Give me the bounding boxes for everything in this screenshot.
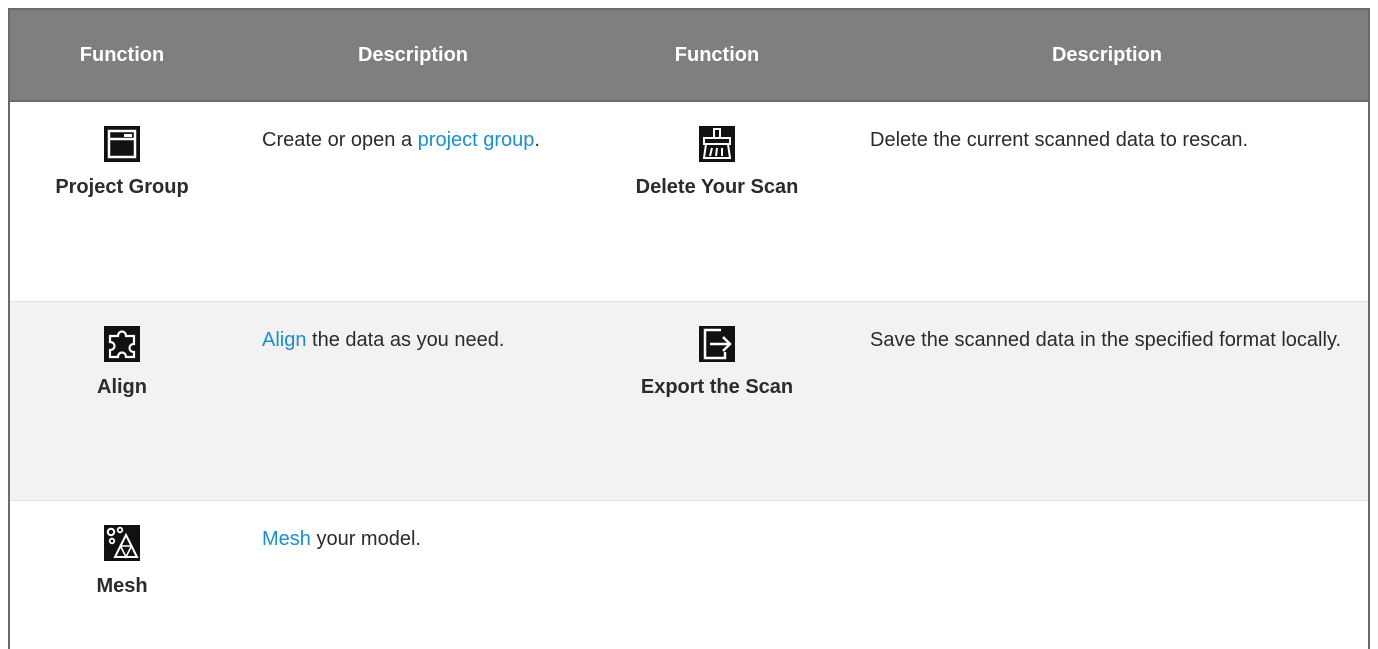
description-suffix: the data as you need. — [306, 328, 505, 351]
project-group-link[interactable]: project group — [418, 129, 535, 151]
function-label: Export the Scan — [640, 375, 794, 398]
function-cell: Mesh — [10, 500, 234, 649]
function-table-container: Function Description Function Descriptio… — [8, 8, 1370, 649]
function-cell: Align — [10, 301, 234, 501]
function-label: Delete Your Scan — [635, 176, 799, 198]
puzzle-icon[interactable] — [104, 325, 140, 362]
table-row: Project Group Create or open a project g… — [10, 101, 1368, 302]
header-function-2: Function — [592, 10, 842, 102]
description-text: Save the scanned data in the specified f… — [870, 328, 1342, 351]
export-icon[interactable] — [699, 325, 735, 362]
function-cell: Export the Scan — [592, 301, 842, 501]
function-cell: Project Group — [10, 101, 234, 302]
description-cell: Create or open a project group. — [234, 101, 592, 302]
description-text: Align the data as you need. — [234, 302, 592, 359]
description-prefix: Create or open a — [262, 129, 418, 151]
header-function-1: Function — [10, 10, 234, 102]
function-cell: Delete Your Scan — [592, 101, 842, 302]
description-text: Delete the current scanned data to resca… — [870, 129, 1249, 151]
function-label: Project Group — [55, 176, 189, 198]
table-row: Align Align the data as you need. Export… — [10, 301, 1368, 501]
description-suffix: your model. — [310, 527, 421, 550]
description-cell: Delete the current scanned data to resca… — [842, 101, 1368, 302]
description-suffix: . — [534, 129, 540, 151]
description-cell: Mesh your model. — [234, 500, 592, 649]
description-text: Mesh your model. — [234, 501, 592, 558]
function-table: Function Description Function Descriptio… — [10, 10, 1368, 649]
function-label: Mesh — [96, 574, 148, 597]
description-cell: Save the scanned data in the specified f… — [842, 301, 1368, 501]
table-row: Mesh Mesh your model. — [10, 500, 1368, 649]
header-description-2: Description — [842, 10, 1368, 102]
header-description-1: Description — [234, 10, 592, 102]
mesh-link[interactable]: Mesh — [262, 528, 311, 550]
empty-cell — [592, 500, 842, 649]
broom-icon[interactable] — [699, 126, 735, 162]
function-label: Align — [97, 375, 147, 398]
mesh-icon[interactable] — [104, 524, 140, 561]
empty-cell — [842, 500, 1368, 649]
table-header-row: Function Description Function Descriptio… — [10, 10, 1368, 102]
description-cell: Align the data as you need. — [234, 301, 592, 501]
align-link[interactable]: Align — [262, 329, 306, 351]
description-text: Create or open a project group. — [234, 102, 592, 159]
project-group-icon[interactable] — [104, 126, 140, 162]
